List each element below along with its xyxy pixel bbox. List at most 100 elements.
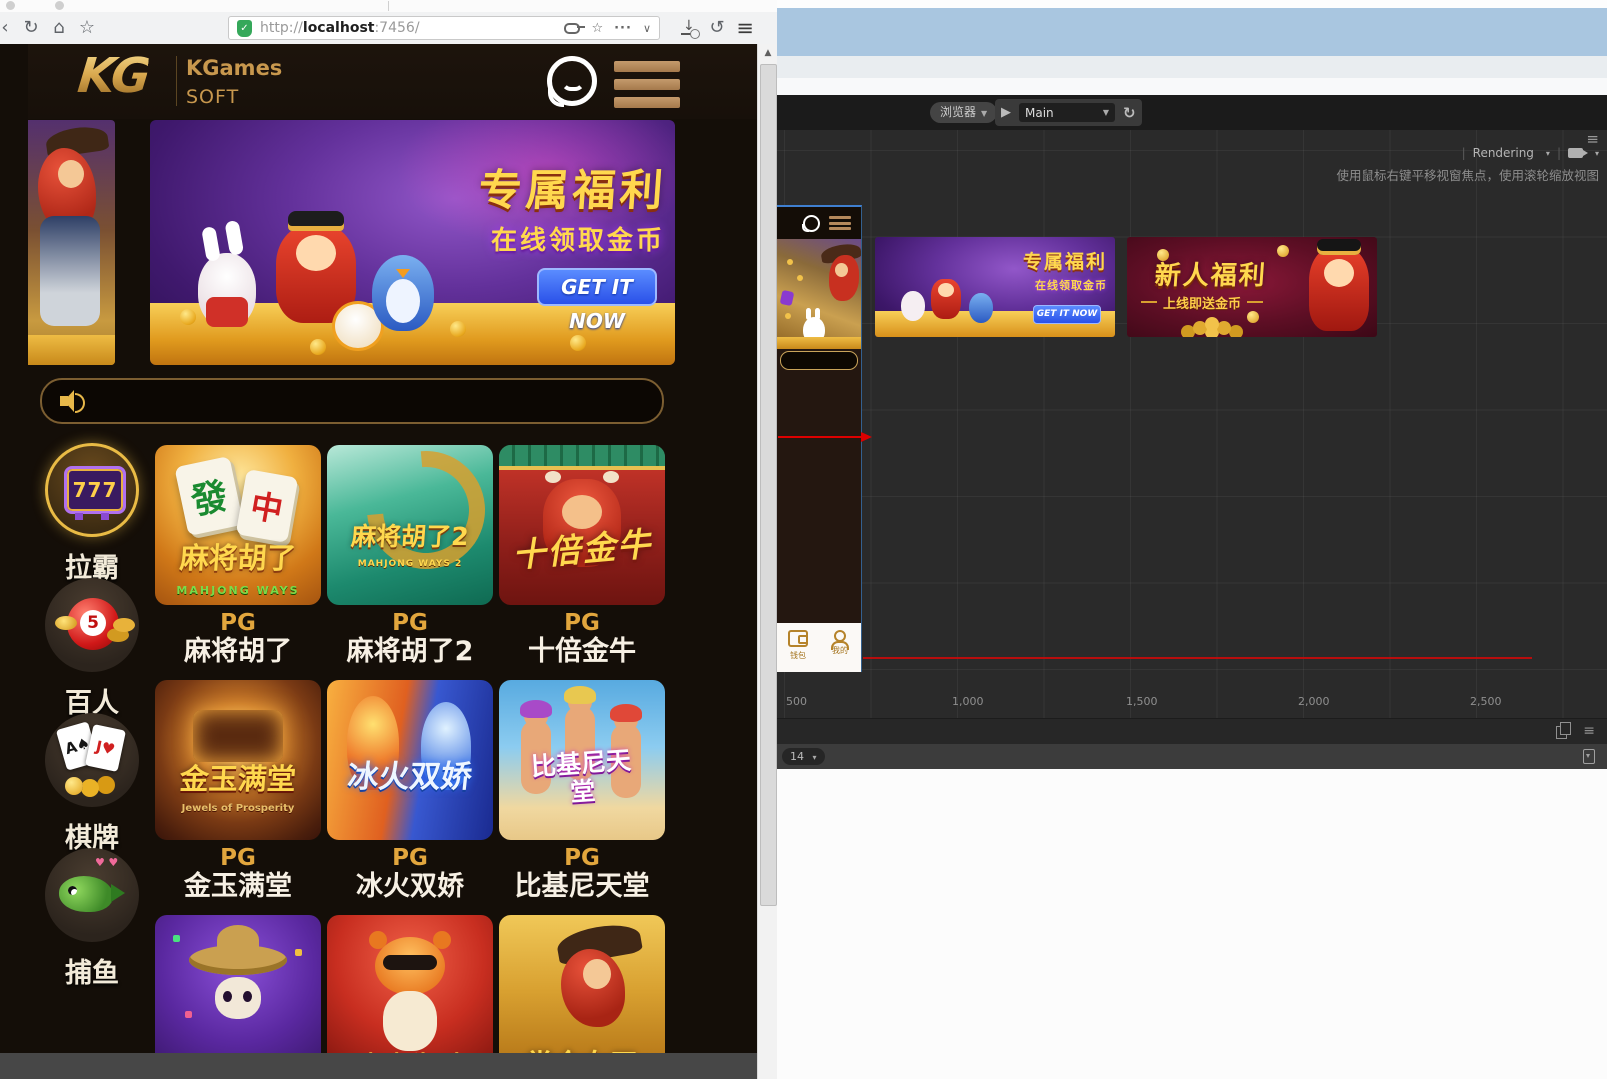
rabbit-character-art <box>901 291 925 321</box>
temple-roof-art <box>499 445 665 470</box>
game-art-title: 赏金女王 <box>499 1043 665 1053</box>
reload-icon[interactable]: ↻ <box>18 15 44 41</box>
device-dropdown[interactable]: 浏览器▼ <box>930 102 997 123</box>
banner-sprite-exclusive-bonus[interactable]: 专属福利 在线领取金币 GET IT NOW <box>875 237 1115 337</box>
provider-label: PG <box>155 845 321 871</box>
scrollbar-thumb[interactable] <box>760 64 777 906</box>
browser-toolbar: ‹ ↻ ⌂ ☆ ✓ http://localhost:7456/ ☆ ··· ∨… <box>0 12 777 45</box>
customer-service-headset-icon[interactable] <box>547 56 597 106</box>
game-name: 冰火双娇 <box>327 871 493 903</box>
phone-banner-art <box>777 239 861 349</box>
ruler-tick: 1,500 <box>1126 695 1158 708</box>
game-art-title: 麻将胡了 <box>155 535 321 577</box>
tab-favicon <box>55 1 64 10</box>
game-art-title: 十倍金牛 <box>499 516 665 578</box>
browser-menu-icon[interactable]: ≡ <box>732 15 758 41</box>
banner-sprite-newcomer-bonus[interactable]: 新人福利 上线即送金币 <box>1127 237 1377 337</box>
category-label: 捕鱼 <box>45 951 139 990</box>
download-badge <box>690 29 700 39</box>
confetti-art <box>173 935 180 942</box>
category-multiplayer[interactable]: 5 百人 <box>45 578 139 720</box>
game-art-title: 比基尼天堂 <box>520 746 644 810</box>
chevron-down-icon[interactable]: ∨ <box>643 22 651 35</box>
camera-icon[interactable] <box>1568 148 1583 158</box>
scene-dropdown[interactable]: Main▼ <box>1019 103 1115 122</box>
queen-face-art <box>583 959 611 989</box>
slot-machine-777-icon: 777 <box>45 443 139 537</box>
announcement-marquee-bar <box>40 378 664 424</box>
browser-scrollbar[interactable]: ▲ <box>757 44 778 1079</box>
provider-label: PG <box>499 845 665 871</box>
rendering-dropdown[interactable]: Rendering <box>1473 146 1534 160</box>
play-button[interactable]: ▶ <box>1001 105 1011 120</box>
game-label: PG 麻将胡了 <box>155 610 321 668</box>
game-tile-bikini-paradise[interactable]: 比基尼天堂 <box>499 680 665 840</box>
scene-view-options: | Rendering ▾ | ▾ <box>1462 146 1599 160</box>
lotto-ball-icon: 5 <box>45 578 139 672</box>
sombrero-art <box>189 945 287 975</box>
coin-art <box>1277 245 1289 257</box>
god-of-wealth-character-art <box>1309 247 1369 331</box>
category-cards[interactable]: A♠ J♥ 棋牌 <box>45 713 139 855</box>
coin-pile-art <box>1205 317 1219 331</box>
favorite-star-icon[interactable]: ☆ <box>591 21 603 36</box>
game-tile-jewels-of-prosperity[interactable]: 金玉满堂 Jewels of Prosperity <box>155 680 321 840</box>
banner-title: 新人福利 <box>1154 255 1269 292</box>
confetti-art <box>295 949 302 956</box>
game-tile-fortune-tiger[interactable]: 虎虎生财 <box>327 915 493 1053</box>
editor-window: 浏览器▼ ▶ Main▼ ↻ ≡ | Rendering ▾ | ▾ 使用鼠标右… <box>777 0 1607 1079</box>
profile-tab[interactable]: 我的 <box>825 630 855 656</box>
game-tile-mariachi[interactable] <box>155 915 321 1053</box>
lobby-header: KG KGames SOFT <box>28 44 757 119</box>
footer-menu-icon[interactable]: ≡ <box>1583 723 1595 739</box>
confetti-art <box>185 1011 192 1018</box>
canvas-node-preview[interactable]: 钱包 我的 <box>777 205 862 672</box>
hero-banner[interactable]: 专属福利 在线领取金币 GET IT NOW <box>150 120 675 365</box>
category-slots[interactable]: 777 拉霸 <box>45 443 139 585</box>
coins-art <box>65 777 83 795</box>
refresh-button[interactable]: ↻ <box>1123 104 1136 122</box>
game-tile-ice-fire[interactable]: 冰火双娇 <box>327 680 493 840</box>
game-name: 比基尼天堂 <box>499 871 665 903</box>
copy-icon[interactable] <box>1556 726 1567 739</box>
download-icon[interactable]: ↓ <box>680 18 698 38</box>
category-fishing[interactable]: ♥ ♥ 捕鱼 <box>45 848 139 990</box>
treasure-chest-art <box>193 710 283 762</box>
panel-dock-icon[interactable] <box>1583 749 1595 764</box>
url-port: :7456/ <box>374 20 419 36</box>
caret-down-icon: ▼ <box>1103 108 1109 117</box>
caret-down-icon: ▾ <box>813 753 817 762</box>
coin-art <box>310 339 326 355</box>
wallet-tab[interactable]: 钱包 <box>783 630 813 661</box>
scene-navigation-hint: 使用鼠标右键平移视窗焦点，使用滚轮缩放视图 <box>1336 165 1599 184</box>
more-icon[interactable]: ··· <box>614 21 632 36</box>
poker-cards-icon: A♠ J♥ <box>45 713 139 807</box>
banner-subtitle: 上线即送金币 <box>1163 293 1241 312</box>
provider-label: PG <box>155 610 321 636</box>
browser-window: ‹ ↻ ⌂ ☆ ✓ http://localhost:7456/ ☆ ··· ∨… <box>0 0 777 1079</box>
console-count-dropdown[interactable]: 14 ▾ <box>782 748 825 765</box>
key-icon[interactable] <box>564 23 580 34</box>
undo-icon[interactable]: ↺ <box>704 15 730 41</box>
home-icon[interactable]: ⌂ <box>46 15 72 41</box>
game-tile-mahjong-ways[interactable]: 發 中 麻将胡了 MAHJONG WAYS <box>155 445 321 605</box>
coin-art <box>180 309 196 325</box>
mahjong-tile-art: 中 <box>236 469 299 543</box>
scene-viewport[interactable]: ≡ | Rendering ▾ | ▾ 使用鼠标右键平移视窗焦点，使用滚轮缩放视… <box>777 130 1607 718</box>
url-bar[interactable]: ✓ http://localhost:7456/ ☆ ··· ∨ <box>228 16 660 40</box>
carousel-previous-banner[interactable] <box>28 120 115 365</box>
scrollbar-up-arrow[interactable]: ▲ <box>758 44 778 62</box>
game-tile-mahjong-ways-2[interactable]: 麻将胡了2 MAHJONG WAYS 2 <box>327 445 493 605</box>
game-tile-queen-of-bounty[interactable]: 赏金女王 <box>499 915 665 1053</box>
ball-number: 5 <box>80 610 106 636</box>
bookmarks-icon[interactable]: ☆ <box>74 15 100 41</box>
card-jack: J♥ <box>85 724 126 772</box>
lobby-menu-icon[interactable] <box>614 61 680 115</box>
kg-logo[interactable]: KG <box>75 48 149 104</box>
get-it-now-button[interactable]: GET IT NOW <box>537 268 657 306</box>
back-icon[interactable]: ‹ <box>0 15 18 41</box>
speaker-icon[interactable] <box>60 390 82 412</box>
brand-name: KGames <box>186 56 282 80</box>
console-header-bar: 14 ▾ <box>777 744 1607 769</box>
game-tile-fortune-ox[interactable]: 十倍金牛 <box>499 445 665 605</box>
